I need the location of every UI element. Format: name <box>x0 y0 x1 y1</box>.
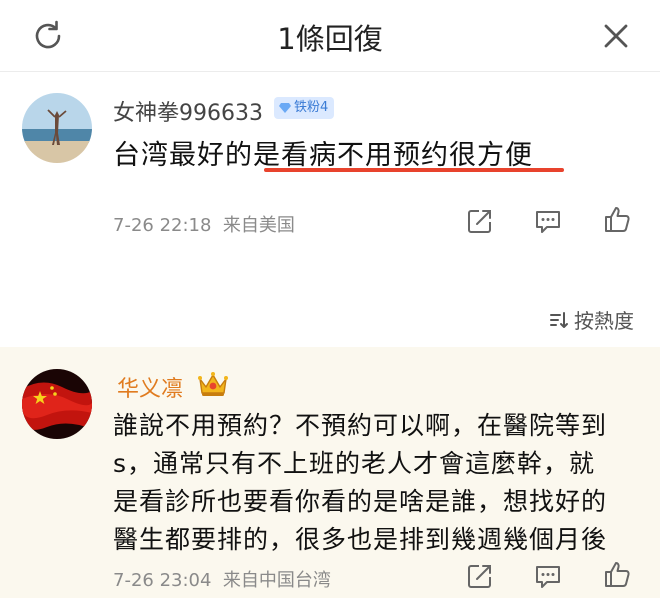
comment-meta: 7-26 23:04 来自中国台湾 <box>113 566 331 592</box>
username[interactable]: 女神拳996633 <box>113 95 263 127</box>
comment-text-part: 台湾最好的是 <box>113 140 281 171</box>
like-icon[interactable] <box>602 559 632 589</box>
main-comment: 女神拳996633 铁粉4 台湾最好的是看病不用预约很方便 7-26 22:18… <box>0 73 660 273</box>
reply-line: 誰說不用預約？不預約可以啊，在醫院等到 <box>113 411 608 440</box>
reply-line: 醫生都要排的，很多也是排到幾週幾個月後 <box>113 525 608 554</box>
timestamp: 7-26 22:18 <box>113 215 212 236</box>
reply-line: 是看診所也要看你看的是啥是誰，想找好的 <box>113 487 608 516</box>
avatar[interactable] <box>22 93 92 163</box>
crown-icon <box>198 372 228 396</box>
reply-comment: 华义凛 誰說不用預約？不預約可以啊，在醫院等到 s，通常只有不上班的老人才會這麼… <box>0 347 660 598</box>
sort-icon <box>550 311 568 328</box>
comment-icon[interactable] <box>533 561 563 591</box>
share-icon[interactable] <box>465 561 495 591</box>
page-title: 1條回復 <box>277 22 383 56</box>
comment-meta: 7-26 22:18 来自美国 <box>113 211 295 237</box>
comment-text: 台湾最好的是看病不用预约很方便 <box>113 133 533 172</box>
source-label: 来自美国 <box>222 215 295 236</box>
comment-icon[interactable] <box>533 206 563 236</box>
sort-button[interactable]: 按熱度 <box>548 305 634 334</box>
fan-badge[interactable]: 铁粉4 <box>274 97 335 119</box>
diamond-icon <box>279 103 291 113</box>
divider <box>0 273 660 287</box>
timestamp: 7-26 23:04 <box>113 570 212 591</box>
badge-label: 铁粉4 <box>294 100 329 115</box>
comment-text-highlight: 看病不用预约很方便 <box>281 140 533 171</box>
source-label: 来自中国台湾 <box>222 570 331 591</box>
header-bar: 1條回復 <box>0 0 660 72</box>
close-icon[interactable] <box>598 18 634 54</box>
share-icon[interactable] <box>465 206 495 236</box>
reply-text: 誰說不用預約？不預約可以啊，在醫院等到 s，通常只有不上班的老人才會這麼幹，就 … <box>113 407 643 559</box>
sort-bar: 按熱度 <box>0 287 660 347</box>
sort-label: 按熱度 <box>574 309 634 333</box>
reply-line: s，通常只有不上班的老人才會這麼幹，就 <box>113 449 596 478</box>
highlight-underline <box>264 168 564 172</box>
like-icon[interactable] <box>602 204 632 234</box>
avatar[interactable] <box>22 369 92 439</box>
username[interactable]: 华义凛 <box>117 371 183 403</box>
